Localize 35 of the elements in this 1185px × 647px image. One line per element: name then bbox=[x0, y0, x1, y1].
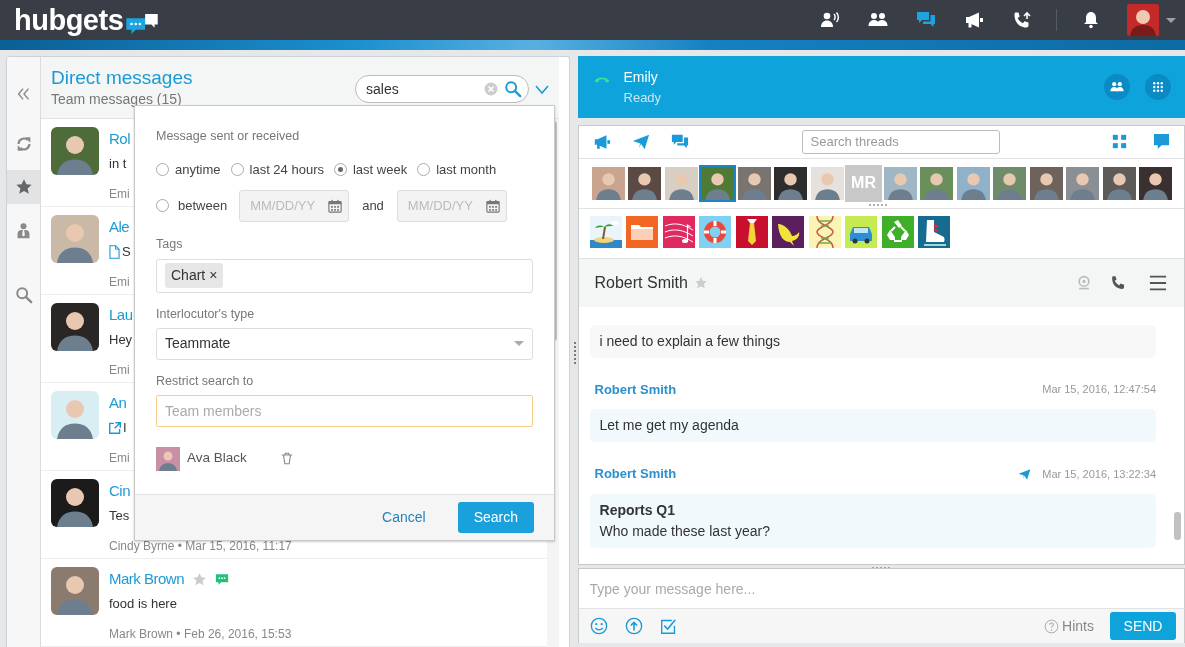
filter-label: Message sent or received bbox=[156, 128, 301, 144]
caller-name: Emily bbox=[623, 67, 659, 87]
filter-label: Restrict search to bbox=[156, 372, 255, 389]
message-time: Mar 15, 2016, 13:22:34 bbox=[1042, 467, 1156, 482]
chat-title: Robert Smith bbox=[594, 272, 688, 293]
radio-label: last week bbox=[352, 161, 408, 179]
message-text: i need to explain a few things bbox=[599, 332, 782, 351]
call-status: Ready bbox=[623, 88, 662, 107]
range-separator: and bbox=[362, 196, 384, 215]
message-text: Who made these last year? bbox=[599, 522, 771, 541]
radio-label: last month bbox=[436, 161, 497, 179]
message-meta: Mark Brown • Feb 26, 2016, 15:53 bbox=[109, 626, 292, 643]
message-meta: Emi bbox=[109, 450, 130, 467]
message-title: Reports Q1 bbox=[599, 501, 676, 520]
message-text: Let me get my agenda bbox=[599, 416, 740, 436]
filter-label: Tags bbox=[156, 235, 184, 252]
message-time: Mar 15, 2016, 12:47:54 bbox=[1042, 382, 1156, 398]
filter-label: Interlocutor's type bbox=[156, 305, 256, 322]
message-meta: Cindy Byrne • Mar 15, 2016, 11:17 bbox=[109, 538, 292, 555]
member-name: Ava Black bbox=[187, 449, 247, 468]
message-preview: food is here bbox=[109, 595, 177, 613]
message-preview: Hey bbox=[109, 331, 133, 349]
message-meta: Emi bbox=[109, 186, 130, 203]
message-preview: S bbox=[122, 243, 131, 261]
message-meta: Emi bbox=[109, 274, 131, 291]
radio-label: anytime bbox=[175, 161, 221, 179]
tag-label: Chart bbox=[171, 266, 206, 285]
logo: hubgets bbox=[14, 5, 124, 35]
panel-title: Direct messages bbox=[51, 67, 193, 89]
message-preview: I bbox=[123, 419, 127, 437]
message-preview: in t bbox=[109, 155, 127, 173]
radio-label: between bbox=[178, 196, 228, 215]
radio-label: last 24 hours bbox=[249, 161, 324, 179]
message-preview: Tes bbox=[109, 507, 130, 525]
message-meta: Emi bbox=[109, 362, 131, 379]
